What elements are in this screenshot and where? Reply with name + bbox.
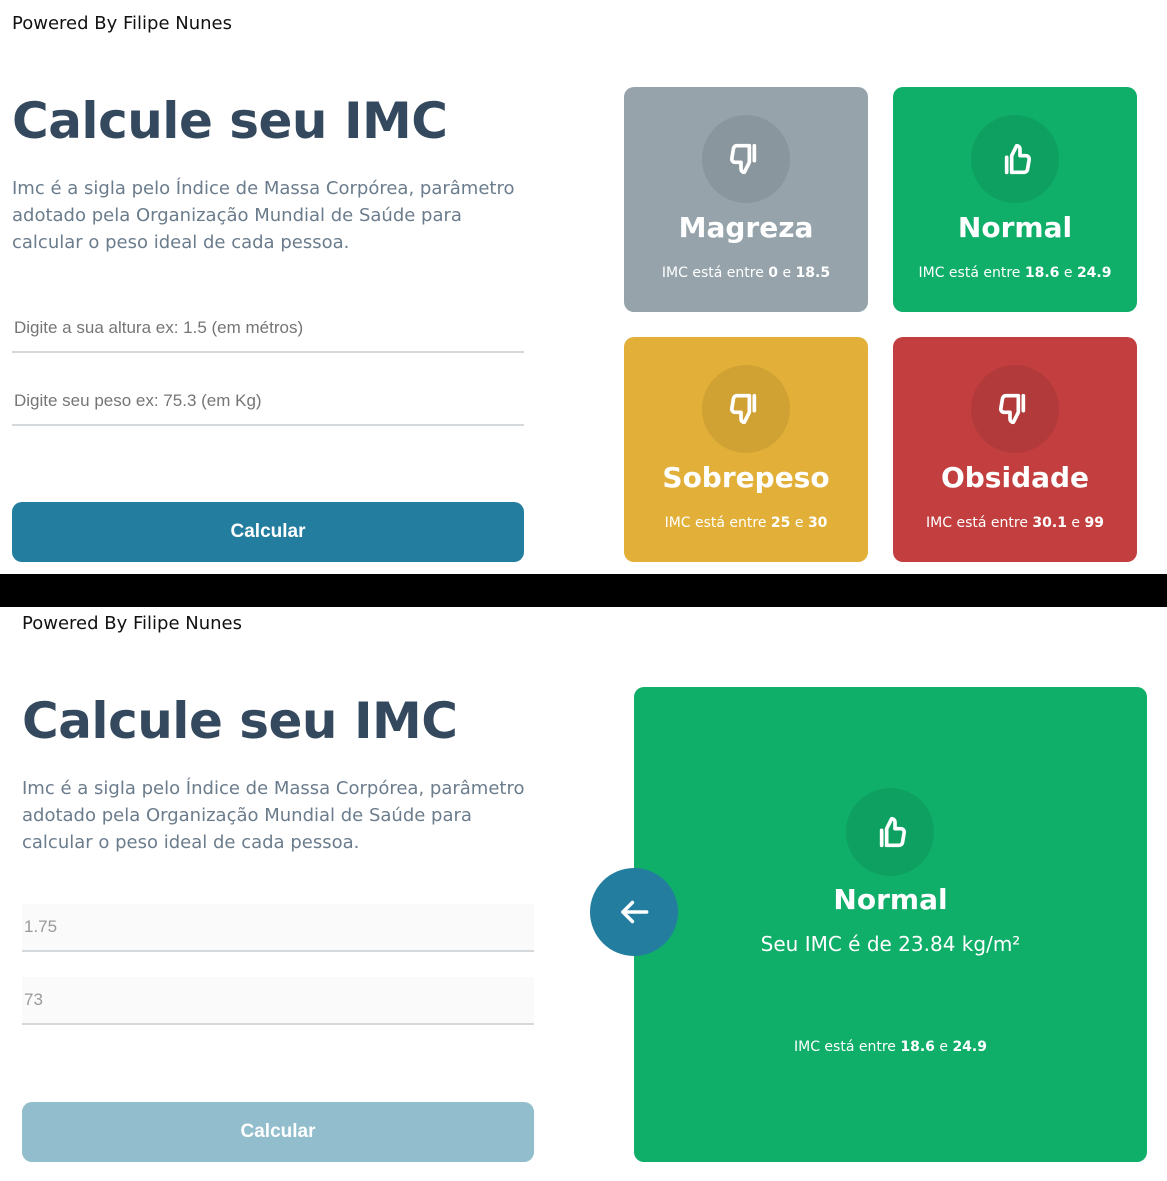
- card-range: IMC está entre 30.1 e 99: [926, 515, 1104, 531]
- calculate-button[interactable]: Calcular: [12, 502, 524, 562]
- back-button[interactable]: [590, 868, 678, 956]
- screenshot-divider: [0, 574, 1167, 607]
- thumbs-up-icon: [846, 788, 934, 876]
- card-range: IMC está entre 25 e 30: [664, 515, 828, 531]
- page-title: Calcule seu IMC: [22, 692, 458, 750]
- weight-input[interactable]: [12, 378, 524, 426]
- powered-by-text: Powered By Filipe Nunes: [22, 613, 242, 634]
- card-sobrepeso: Sobrepeso IMC está entre 25 e 30: [624, 337, 868, 562]
- height-input[interactable]: [22, 904, 534, 952]
- card-name: Magreza: [678, 211, 814, 244]
- weight-input[interactable]: [22, 977, 534, 1025]
- card-range: IMC está entre 18.6 e 24.9: [918, 265, 1112, 281]
- calculate-button[interactable]: Calcular: [22, 1102, 534, 1162]
- thumbs-up-icon: [971, 115, 1059, 203]
- page-description: Imc é a sigla pelo Índice de Massa Corpó…: [22, 778, 525, 853]
- page-title: Calcule seu IMC: [12, 92, 448, 150]
- card-name: Obsidade: [940, 461, 1090, 494]
- result-range: IMC está entre 18.6 e 24.9: [794, 1039, 987, 1055]
- thumbs-down-icon: [702, 365, 790, 453]
- imc-calculator-result-screen: Powered By Filipe Nunes Calcule seu IMC …: [0, 607, 1167, 1181]
- card-name: Sobrepeso: [662, 461, 830, 494]
- card-normal: Normal IMC está entre 18.6 e 24.9: [893, 87, 1137, 312]
- result-imc-value: Seu IMC é de 23.84 kg/m²: [760, 932, 1021, 956]
- card-magreza: Magreza IMC está entre 0 e 18.5: [624, 87, 868, 312]
- arrow-left-icon: [621, 900, 649, 924]
- card-name: Normal: [957, 211, 1073, 244]
- result-category: Normal: [833, 883, 948, 916]
- height-input[interactable]: [12, 305, 524, 353]
- result-card: Normal Seu IMC é de 23.84 kg/m² IMC está…: [634, 687, 1147, 1162]
- imc-calculator-form-screen: Powered By Filipe Nunes Calcule seu IMC …: [0, 0, 1167, 574]
- thumbs-down-icon: [702, 115, 790, 203]
- page-description: Imc é a sigla pelo Índice de Massa Corpó…: [12, 178, 515, 253]
- thumbs-down-icon: [971, 365, 1059, 453]
- powered-by-text: Powered By Filipe Nunes: [12, 13, 232, 34]
- card-range: IMC está entre 0 e 18.5: [661, 265, 831, 281]
- card-obsidade: Obsidade IMC está entre 30.1 e 99: [893, 337, 1137, 562]
